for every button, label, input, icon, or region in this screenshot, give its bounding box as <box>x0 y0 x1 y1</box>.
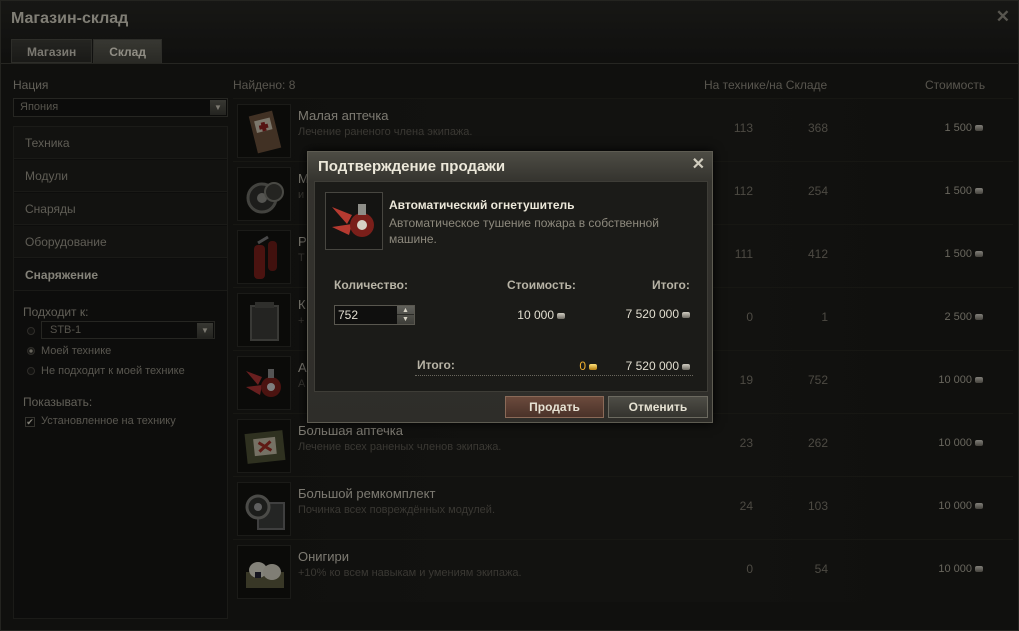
sell-confirm-dialog: Подтверждение продажи ✕ Автоматический о… <box>307 151 713 423</box>
credits-total: 7 520 000 <box>605 359 690 373</box>
credits-total-value: 7 520 000 <box>625 359 679 373</box>
stepper-up-icon[interactable]: ▲ <box>397 306 414 315</box>
gold-icon <box>589 364 597 370</box>
subtotal: 7 520 000 <box>605 307 690 321</box>
quantity-value[interactable]: 752 <box>338 308 358 322</box>
credits-icon <box>682 364 690 370</box>
stepper-down-icon[interactable]: ▼ <box>397 315 414 324</box>
dialog-title: Подтверждение продажи <box>318 158 506 175</box>
quantity-stepper[interactable]: 752 ▲ ▼ <box>334 305 415 325</box>
cancel-button[interactable]: Отменить <box>608 396 708 418</box>
dialog-item-name: Автоматический огнетушитель <box>389 198 575 212</box>
credits-icon <box>682 312 690 318</box>
credits-icon <box>557 313 565 319</box>
subtotal-value: 7 520 000 <box>625 307 679 321</box>
auto-extinguisher-icon <box>325 192 383 250</box>
stepper-buttons: ▲ ▼ <box>397 306 414 324</box>
total-divider <box>415 375 693 376</box>
quantity-label: Количество: <box>334 278 408 292</box>
total-label: Итого: <box>652 278 690 292</box>
close-icon[interactable]: ✕ <box>692 154 705 174</box>
price-label: Стоимость: <box>507 278 576 292</box>
dialog-panel: Автоматический огнетушитель Автоматическ… <box>314 181 708 392</box>
unit-price: 10 000 <box>495 308 565 322</box>
dialog-item-desc: Автоматическое тушение пожара в собствен… <box>389 216 659 246</box>
sell-button[interactable]: Продать <box>505 396 604 418</box>
unit-price-value: 10 000 <box>517 308 554 322</box>
gold-total-value: 0 <box>579 359 586 373</box>
grand-total-label: Итого: <box>417 358 455 372</box>
gold-total: 0 <box>555 359 597 373</box>
